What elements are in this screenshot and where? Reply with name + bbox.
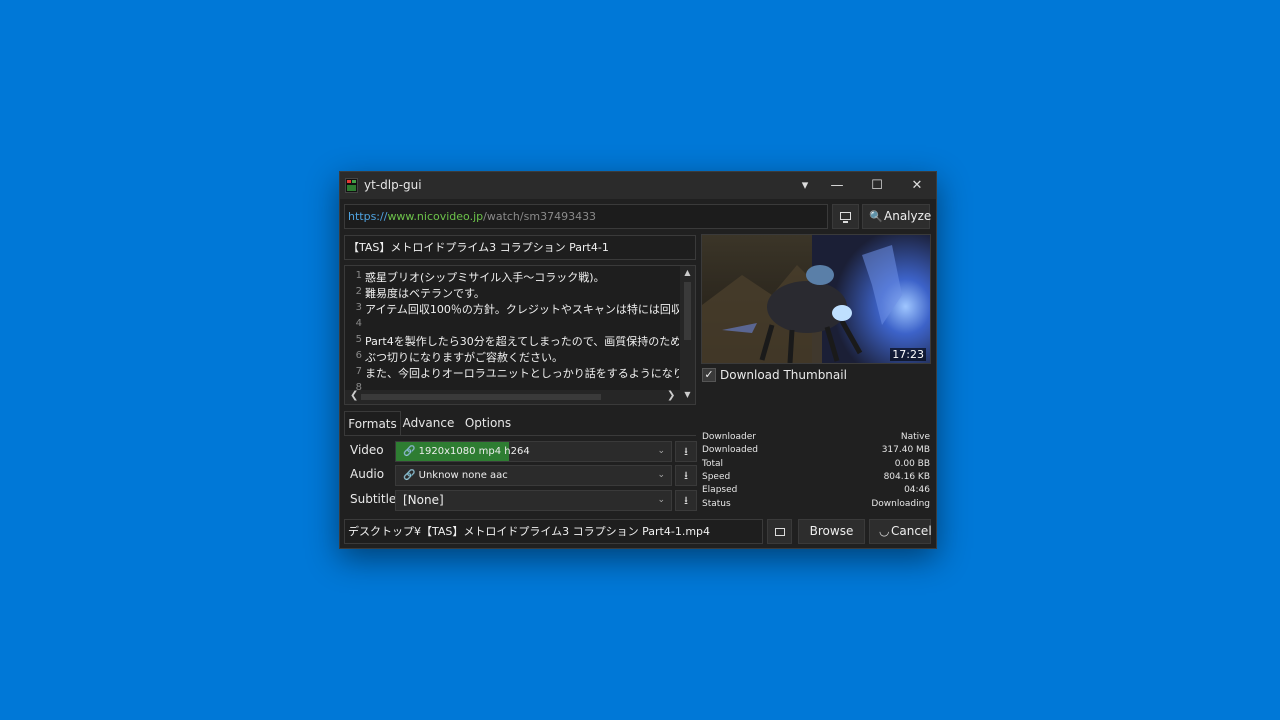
stat-value: 0.00 BB xyxy=(894,459,930,469)
stat-row: Status Downloading xyxy=(702,499,930,512)
scroll-down-icon[interactable]: ▼ xyxy=(680,390,695,399)
audio-format-select[interactable]: 🔗 Unknow none aac ⌄ xyxy=(395,465,672,486)
download-audio-button[interactable]: ⭳ xyxy=(675,465,697,486)
video-duration: 17:23 xyxy=(890,348,926,361)
subtitle-value: [None] xyxy=(403,493,444,507)
tab-formats[interactable]: Formats xyxy=(344,411,401,436)
download-icon: ⭳ xyxy=(684,494,688,507)
subtitle-select[interactable]: [None] ⌄ xyxy=(395,490,672,511)
audio-format-value: Unknow none aac xyxy=(418,470,508,481)
subtitle-label: Subtitle xyxy=(350,492,397,506)
audio-label: Audio xyxy=(350,467,385,481)
scroll-right-icon[interactable]: ❯ xyxy=(667,390,675,401)
line-number-gutter: 1 2 3 4 5 6 7 8 xyxy=(345,266,362,403)
description-editor[interactable]: 1 2 3 4 5 6 7 8 惑星ブリオ(シップミサイル入手～コラック戦)。 … xyxy=(344,265,696,405)
line-number: 5 xyxy=(355,334,362,345)
description-line: アイテム回収100％の方針。クレジットやスキャンは特には回収しませ xyxy=(365,303,679,316)
horizontal-scrollbar[interactable]: ❮ ❯ xyxy=(345,390,680,404)
cancel-button[interactable]: ◡ Cancel xyxy=(869,519,932,544)
stat-value: Native xyxy=(900,432,930,442)
window-title: yt-dlp-gui xyxy=(364,178,422,192)
url-input[interactable]: https://www.nicovideo.jp/watch/sm3749343… xyxy=(344,204,828,229)
thumbnail-image xyxy=(702,235,930,363)
app-logo-icon xyxy=(345,178,358,193)
description-line: ぶつ切りになりますがご容赦ください。 xyxy=(365,351,563,364)
stat-key: Downloaded xyxy=(702,445,758,455)
monitor-clipboard-button[interactable] xyxy=(832,204,859,229)
stat-row: Speed 804.16 KB xyxy=(702,472,930,485)
stat-row: Elapsed 04:46 xyxy=(702,485,930,498)
video-format-value: 1920x1080 mp4 h264 xyxy=(418,446,530,457)
scroll-left-icon[interactable]: ❮ xyxy=(350,390,358,401)
chevron-down-icon: ⌄ xyxy=(657,446,665,456)
stat-key: Status xyxy=(702,499,731,509)
scroll-up-icon[interactable]: ▲ xyxy=(680,268,695,277)
scroll-thumb[interactable] xyxy=(684,282,691,340)
download-video-button[interactable]: ⭳ xyxy=(675,441,697,462)
download-thumbnail-label: Download Thumbnail xyxy=(720,368,847,382)
analyze-label: Analyze xyxy=(884,209,932,223)
line-number: 3 xyxy=(355,302,362,313)
download-icon: ⭳ xyxy=(684,469,688,482)
stat-key: Total xyxy=(702,459,724,469)
chevron-down-icon: ⌄ xyxy=(657,495,665,505)
vertical-scrollbar[interactable]: ▲ ▼ xyxy=(680,266,695,404)
chevron-down-icon: ⌄ xyxy=(657,470,665,480)
description-line: また、今回よりオーロラユニットとしっかり話をするようになりました。 xyxy=(365,367,679,380)
link-icon: 🔗 xyxy=(403,446,416,457)
cancel-label: Cancel xyxy=(891,524,932,538)
video-thumbnail: 17:23 xyxy=(701,234,931,364)
video-title-field[interactable]: 【TAS】メトロイドプライム3 コラプション Part4-1 xyxy=(344,235,696,260)
tab-advance[interactable]: Advance xyxy=(401,411,456,436)
open-folder-button[interactable] xyxy=(767,519,792,544)
description-line: Part4を製作したら30分を超えてしまったので、画質保持のため分割し xyxy=(365,335,679,348)
download-icon: ⭳ xyxy=(684,445,688,458)
description-text[interactable]: 惑星ブリオ(シップミサイル入手～コラック戦)。 難易度はベテランです。 アイテム… xyxy=(365,266,679,390)
maximize-button[interactable]: ☐ xyxy=(857,172,897,199)
stat-row: Downloader Native xyxy=(702,432,930,445)
formats-panel: Video 🔗 1920x1080 mp4 h264 ⌄ ⭳ Audio 🔗 U… xyxy=(344,435,697,515)
stat-value: 804.16 KB xyxy=(883,472,930,482)
options-tab-bar: Formats Advance Options xyxy=(344,411,696,436)
video-format-select[interactable]: 🔗 1920x1080 mp4 h264 ⌄ xyxy=(395,441,672,462)
url-host: www.nicovideo.jp xyxy=(387,210,484,223)
output-path-field[interactable]: デスクトップ¥【TAS】メトロイドプライム3 コラプション Part4-1.mp… xyxy=(344,519,763,544)
line-number: 2 xyxy=(355,286,362,297)
line-number: 7 xyxy=(355,366,362,377)
url-path: watch xyxy=(486,210,520,223)
stat-key: Downloader xyxy=(702,432,756,442)
url-scheme: https:// xyxy=(348,210,388,223)
line-number: 4 xyxy=(355,318,362,329)
search-icon: 🔍 xyxy=(869,210,883,223)
video-label: Video xyxy=(350,443,384,457)
scroll-thumb[interactable] xyxy=(361,394,601,400)
browse-button[interactable]: Browse xyxy=(798,519,865,544)
stat-value: 04:46 xyxy=(904,485,930,495)
spinner-icon: ◡ xyxy=(879,524,890,538)
close-button[interactable]: ✕ xyxy=(897,172,937,199)
analyze-button[interactable]: 🔍 Analyze xyxy=(862,204,932,229)
minimize-button[interactable]: — xyxy=(817,172,857,199)
stat-row: Downloaded 317.40 MB xyxy=(702,445,930,458)
download-subtitle-button[interactable]: ⭳ xyxy=(675,490,697,511)
stat-value: 317.40 MB xyxy=(881,445,930,455)
monitor-icon xyxy=(840,212,851,220)
line-number: 1 xyxy=(355,270,362,281)
url-video-id: sm37493433 xyxy=(523,210,597,223)
tab-options[interactable]: Options xyxy=(458,411,518,436)
download-thumbnail-checkbox[interactable]: ✓ xyxy=(702,368,716,382)
description-line: 惑星ブリオ(シップミサイル入手～コラック戦)。 xyxy=(365,271,605,284)
stat-value: Downloading xyxy=(871,499,930,509)
folder-icon xyxy=(775,528,785,536)
link-icon: 🔗 xyxy=(403,470,416,481)
stat-row: Total 0.00 BB xyxy=(702,459,930,472)
stat-key: Elapsed xyxy=(702,485,738,495)
stat-key: Speed xyxy=(702,472,731,482)
line-number: 6 xyxy=(355,350,362,361)
app-window: yt-dlp-gui ▾ — ☐ ✕ https://www.nicovideo… xyxy=(339,171,937,549)
description-line: 難易度はベテランです。 xyxy=(365,287,485,300)
title-bar[interactable]: yt-dlp-gui ▾ — ☐ ✕ xyxy=(340,172,936,199)
